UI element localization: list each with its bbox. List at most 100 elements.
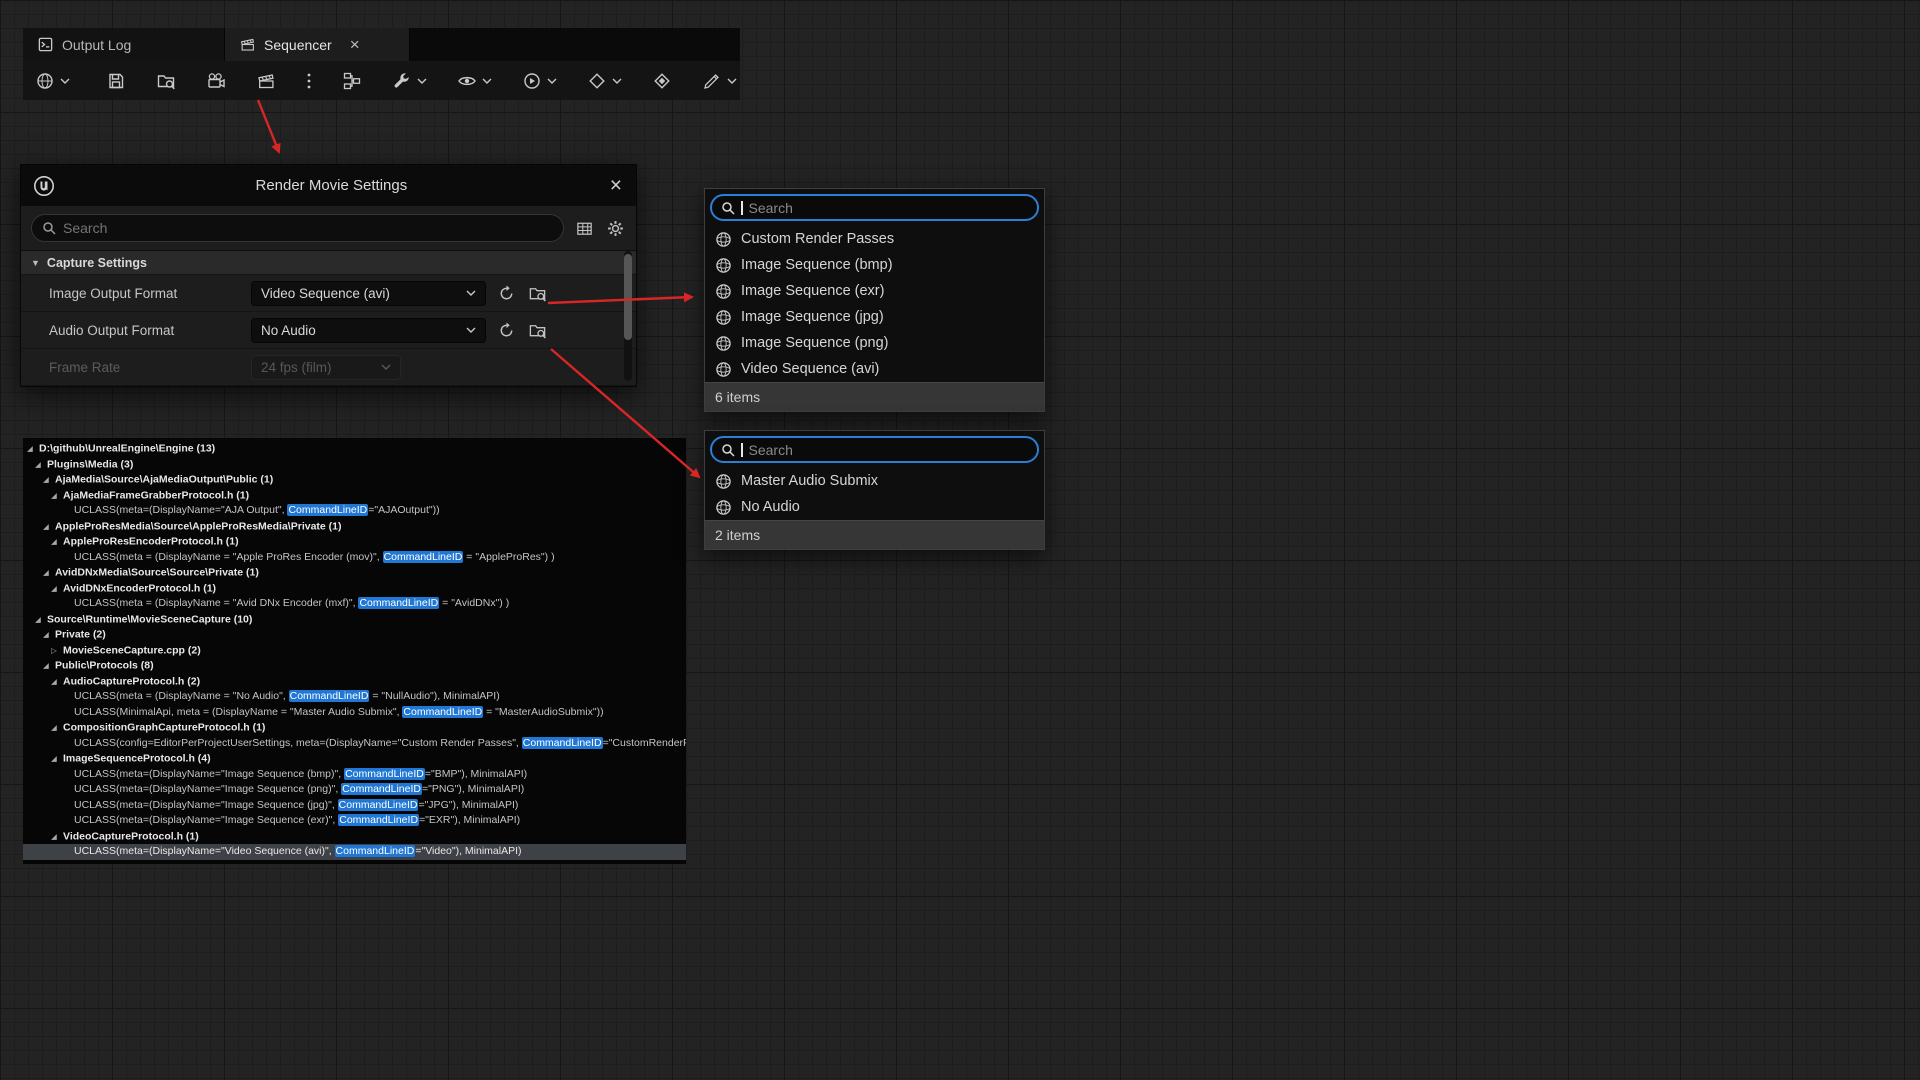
search-match-highlight: CommandLineID — [358, 597, 439, 609]
capture-settings-section-header[interactable]: ▼ Capture Settings — [21, 250, 636, 275]
tree-node[interactable]: ◢AjaMediaFrameGrabberProtocol.h (1) — [23, 488, 686, 504]
setting-dropdown[interactable]: No Audio — [251, 318, 486, 343]
image-format-search-box[interactable] — [710, 194, 1039, 221]
use-selected-button[interactable] — [495, 282, 517, 304]
dropdown-option[interactable]: Image Sequence (png) — [705, 330, 1044, 356]
find-in-content-browser-button[interactable] — [154, 69, 178, 93]
view-options-button[interactable] — [455, 69, 494, 93]
tab-label: Sequencer — [264, 37, 332, 53]
search-result-line[interactable]: UCLASS(meta=(DisplayName="Image Sequence… — [23, 813, 686, 829]
tree-node-label: Private (2) — [55, 629, 106, 641]
hierarchy-button[interactable] — [340, 69, 364, 93]
setting-label: Audio Output Format — [21, 323, 251, 338]
tree-node[interactable]: ◢AvidDNxEncoderProtocol.h (1) — [23, 581, 686, 597]
search-result-line[interactable]: UCLASS(MinimalApi, meta = (DisplayName =… — [23, 705, 686, 721]
dropdown-option[interactable]: No Audio — [705, 494, 1044, 520]
audio-format-search-box[interactable] — [710, 436, 1039, 463]
search-result-line[interactable]: UCLASS(meta=(DisplayName="Image Sequence… — [23, 782, 686, 798]
display-grid-button[interactable] — [573, 217, 595, 239]
dropdown-option[interactable]: Custom Render Passes — [705, 226, 1044, 252]
collapsed-twisty-icon[interactable]: ▷ — [51, 643, 63, 659]
browse-to-asset-button[interactable] — [526, 282, 548, 304]
search-result-line[interactable]: UCLASS(meta=(DisplayName="Image Sequence… — [23, 798, 686, 814]
search-result-line[interactable]: UCLASS(meta=(DisplayName="Image Sequence… — [23, 767, 686, 783]
dropdown-value: No Audio — [261, 323, 464, 338]
dropdown-option[interactable]: Master Audio Submix — [705, 468, 1044, 494]
tree-node[interactable]: ◢ImageSequenceProtocol.h (4) — [23, 751, 686, 767]
search-result-line[interactable]: UCLASS(config=EditorPerProjectUserSettin… — [23, 736, 686, 752]
playback-options-button[interactable] — [520, 69, 559, 93]
tree-node[interactable]: ◢VideoCaptureProtocol.h (1) — [23, 829, 686, 845]
keyframe-options-button[interactable] — [585, 69, 624, 93]
edit-options-button[interactable] — [700, 69, 739, 93]
tab-label: Output Log — [62, 37, 131, 53]
settings-button[interactable] — [604, 217, 626, 239]
expanded-twisty-icon[interactable]: ◢ — [43, 519, 55, 535]
tree-node[interactable]: ◢AvidDNxMedia\Source\Source\Private (1) — [23, 565, 686, 581]
expanded-twisty-icon[interactable]: ◢ — [51, 534, 63, 550]
search-result-line[interactable]: UCLASS(meta=(DisplayName="AJA Output", C… — [23, 503, 686, 519]
actions-button[interactable] — [390, 69, 429, 93]
search-result-line[interactable]: UCLASS(meta=(DisplayName="Video Sequence… — [23, 844, 686, 860]
close-tab-icon[interactable]: × — [350, 36, 360, 53]
tree-node[interactable]: ◢Private (2) — [23, 627, 686, 643]
expanded-twisty-icon[interactable]: ◢ — [27, 441, 39, 457]
tree-node[interactable]: ◢AppleProResMedia\Source\AppleProResMedi… — [23, 519, 686, 535]
dialog-titlebar[interactable]: Render Movie Settings × — [21, 165, 636, 206]
tree-node[interactable]: ◢AudioCaptureProtocol.h (2) — [23, 674, 686, 690]
dropdown-option[interactable]: Image Sequence (jpg) — [705, 304, 1044, 330]
tree-node[interactable]: ◢Source\Runtime\MovieSceneCapture (10) — [23, 612, 686, 628]
auto-key-button[interactable] — [650, 69, 674, 93]
expanded-twisty-icon[interactable]: ◢ — [51, 720, 63, 736]
audio-format-search-input[interactable] — [749, 442, 1029, 458]
expanded-twisty-icon[interactable]: ◢ — [51, 829, 63, 845]
dropdown-option[interactable]: Video Sequence (avi) — [705, 356, 1044, 382]
setting-dropdown[interactable]: Video Sequence (avi) — [251, 281, 486, 306]
expanded-twisty-icon[interactable]: ◢ — [51, 488, 63, 504]
expanded-twisty-icon[interactable]: ◢ — [35, 612, 47, 628]
render-movie-button[interactable] — [254, 69, 278, 93]
tab-output-log[interactable]: Output Log — [23, 28, 225, 61]
expanded-twisty-icon[interactable]: ◢ — [43, 627, 55, 643]
tree-node[interactable]: ▷MovieSceneCapture.cpp (2) — [23, 643, 686, 659]
dropdown-option[interactable]: Image Sequence (exr) — [705, 278, 1044, 304]
tree-node[interactable]: ◢Plugins\Media (3) — [23, 457, 686, 473]
tree-node[interactable]: ◢Public\Protocols (8) — [23, 658, 686, 674]
expanded-twisty-icon[interactable]: ◢ — [43, 565, 55, 581]
tree-node[interactable]: ◢D:\github\UnrealEngine\Engine (13) — [23, 441, 686, 457]
create-camera-button[interactable] — [204, 69, 228, 93]
scrollbar-thumb[interactable] — [624, 254, 632, 340]
search-result-line[interactable]: UCLASS(meta = (DisplayName = "Avid DNx E… — [23, 596, 686, 612]
expanded-twisty-icon[interactable]: ◢ — [43, 472, 55, 488]
expanded-twisty-icon[interactable]: ◢ — [51, 751, 63, 767]
world-button[interactable] — [33, 69, 72, 93]
search-result-line[interactable]: UCLASS(meta = (DisplayName = "Apple ProR… — [23, 550, 686, 566]
use-selected-button[interactable] — [495, 319, 517, 341]
folder-search-icon — [156, 71, 176, 91]
expanded-twisty-icon[interactable]: ◢ — [43, 658, 55, 674]
dialog-close-icon[interactable]: × — [608, 175, 624, 196]
expanded-twisty-icon[interactable]: ◢ — [51, 674, 63, 690]
tab-sequencer[interactable]: Sequencer × — [225, 28, 410, 61]
expanded-twisty-icon[interactable]: ◢ — [51, 581, 63, 597]
tree-node[interactable]: ◢AjaMedia\Source\AjaMediaOutput\Public (… — [23, 472, 686, 488]
browse-to-asset-button[interactable] — [526, 319, 548, 341]
tree-node-label: CompositionGraphCaptureProtocol.h (1) — [63, 722, 265, 734]
chevron-down-icon — [466, 327, 476, 333]
search-icon — [721, 201, 735, 215]
tree-node[interactable]: ◢CompositionGraphCaptureProtocol.h (1) — [23, 720, 686, 736]
option-label: Video Sequence (avi) — [741, 361, 879, 377]
image-format-search-input[interactable] — [749, 200, 1029, 216]
save-icon — [106, 71, 126, 91]
dialog-scrollbar[interactable] — [624, 251, 632, 381]
dropdown-option[interactable]: Image Sequence (bmp) — [705, 252, 1044, 278]
save-button[interactable] — [104, 69, 128, 93]
expanded-twisty-icon[interactable]: ◢ — [35, 457, 47, 473]
overflow-menu-button[interactable] — [304, 69, 314, 93]
tree-node[interactable]: ◢AppleProResEncoderProtocol.h (1) — [23, 534, 686, 550]
settings-search-input[interactable] — [63, 220, 553, 236]
search-result-line[interactable]: UCLASS(meta = (DisplayName = "No Audio",… — [23, 689, 686, 705]
option-label: Image Sequence (jpg) — [741, 309, 884, 325]
setting-dropdown[interactable]: 24 fps (film) — [251, 355, 401, 380]
settings-search-box[interactable] — [31, 214, 564, 242]
